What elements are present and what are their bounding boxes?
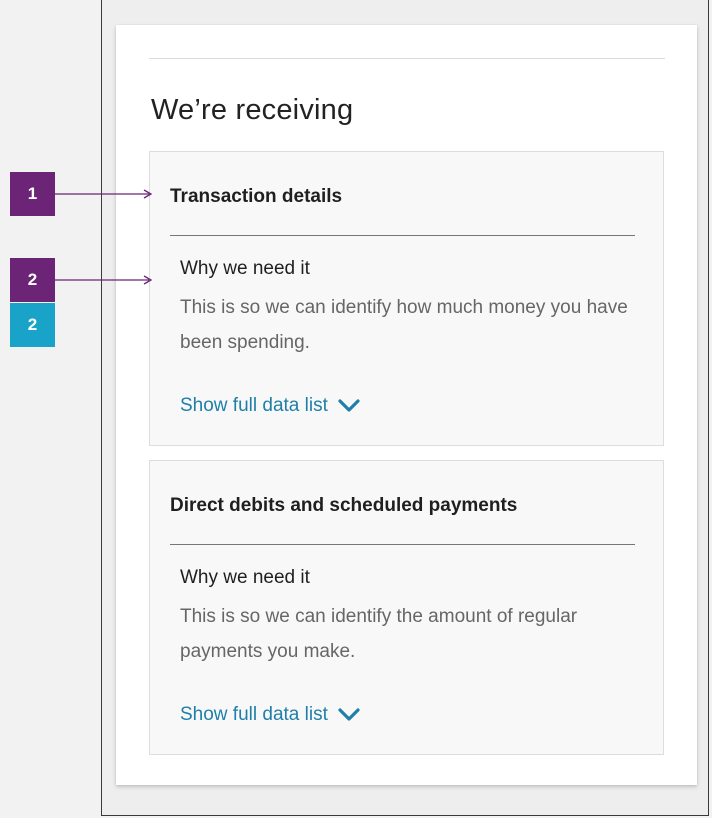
why-label: Why we need it <box>180 567 310 588</box>
annotation-arrow-icon <box>55 275 153 285</box>
show-full-data-list-link[interactable]: Show full data list <box>180 704 360 726</box>
top-divider <box>149 58 665 59</box>
why-label: Why we need it <box>180 258 310 279</box>
panel-heading: Direct debits and scheduled payments <box>170 495 518 516</box>
chevron-down-icon <box>338 708 360 721</box>
data-panel-direct-debits: Direct debits and scheduled payments Why… <box>149 460 664 755</box>
show-full-data-list-label: Show full data list <box>180 395 328 416</box>
data-panel-transaction-details: Transaction details Why we need it This … <box>149 151 664 446</box>
annotation-marker-2-alt: 2 <box>10 303 55 347</box>
annotation-marker-1: 1 <box>10 172 55 216</box>
panel-heading: Transaction details <box>170 186 343 207</box>
show-full-data-list-label: Show full data list <box>180 704 328 725</box>
annotation-arrow-icon <box>55 189 153 199</box>
panel-divider <box>170 544 635 545</box>
annotation-marker-2: 2 <box>10 258 55 302</box>
why-description: This is so we can identify how much mone… <box>180 297 628 353</box>
chevron-down-icon <box>338 399 360 412</box>
panel-divider <box>170 235 635 236</box>
section-title: We’re receiving <box>151 94 354 126</box>
show-full-data-list-link[interactable]: Show full data list <box>180 395 360 417</box>
why-description: This is so we can identify the amount of… <box>180 606 578 662</box>
